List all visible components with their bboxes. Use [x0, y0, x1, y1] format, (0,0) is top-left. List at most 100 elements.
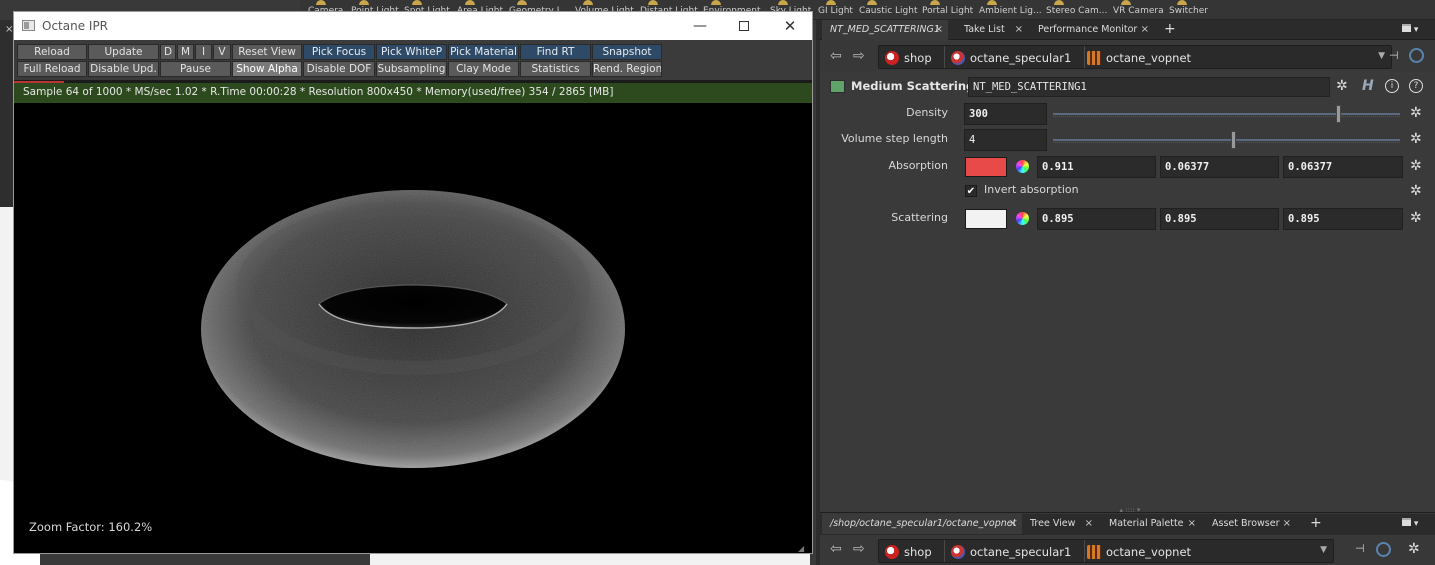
octane-ipr-window[interactable]: Octane IPR — ✕ Reload Update D M I V Res…: [13, 11, 813, 554]
breadcrumb-shop[interactable]: shop: [885, 543, 932, 561]
pane-layout-menu-icon[interactable]: ▾: [1402, 24, 1418, 35]
tab-close-icon[interactable]: ×: [1009, 514, 1017, 533]
clay-mode-button[interactable]: Clay Mode: [448, 61, 519, 77]
tab-performance-monitor[interactable]: Performance Monitor ×: [1030, 20, 1154, 40]
node-name-field[interactable]: NT_MED_SCATTERING1: [968, 77, 1330, 97]
pane-layout-menu-icon[interactable]: ▾: [1402, 518, 1418, 529]
absorption-color-swatch[interactable]: [965, 157, 1007, 177]
scattering-r-field[interactable]: 0.895: [1037, 208, 1156, 230]
display-i-button[interactable]: I: [195, 44, 212, 60]
caustic-light-icon: [867, 0, 877, 5]
resize-grip-icon[interactable]: ◢: [798, 544, 810, 553]
statistics-button[interactable]: Statistics: [520, 61, 591, 77]
houdini-help-icon[interactable]: H: [1362, 78, 1374, 94]
scattering-b-field[interactable]: 0.895: [1283, 208, 1403, 230]
minimize-button[interactable]: —: [689, 16, 711, 36]
distant-light-icon: [648, 0, 658, 5]
tab-close-icon[interactable]: ×: [1015, 20, 1023, 39]
shelf-tool-portal-light[interactable]: Portal Light: [922, 0, 973, 19]
shelf-tool-ambient-light[interactable]: Ambient Lig...: [979, 0, 1042, 19]
shelf-tool-gi-light[interactable]: GI Light: [818, 0, 853, 19]
question-icon[interactable]: ?: [1409, 79, 1423, 93]
shelf-tool-switcher[interactable]: Switcher: [1169, 0, 1208, 19]
gear-icon[interactable]: ✲: [1410, 106, 1424, 120]
link-icon[interactable]: [1409, 48, 1424, 63]
pick-material-button[interactable]: Pick Material: [448, 44, 519, 60]
breadcrumb-octane-specular[interactable]: octane_specular1: [951, 543, 1071, 561]
invert-absorption-checkbox[interactable]: ✔: [965, 185, 977, 197]
breadcrumb-dropdown-icon[interactable]: ▼: [1378, 51, 1385, 61]
absorption-g-field[interactable]: 0.06377: [1160, 156, 1279, 178]
back-arrow-icon[interactable]: ⇦: [830, 541, 842, 557]
color-wheel-icon[interactable]: [1016, 212, 1029, 225]
gear-icon[interactable]: ✲: [1410, 132, 1424, 146]
density-field[interactable]: 300: [964, 103, 1047, 125]
breadcrumb-octane-vopnet[interactable]: octane_vopnet: [1087, 543, 1191, 561]
density-slider[interactable]: [1053, 105, 1400, 123]
tab-asset-browser[interactable]: Asset Browser ×: [1204, 514, 1296, 534]
render-region-button[interactable]: Rend. Region: [592, 61, 662, 77]
tab-close-icon[interactable]: ×: [1141, 20, 1149, 39]
shelf-tool-stereo-camera[interactable]: Stereo Cam...: [1046, 0, 1107, 19]
scattering-g-field[interactable]: 0.895: [1160, 208, 1279, 230]
tab-material-palette[interactable]: Material Palette ×: [1101, 514, 1201, 534]
scattering-color-swatch[interactable]: [965, 209, 1007, 229]
subsampling-button[interactable]: Subsampling: [376, 61, 447, 77]
gear-icon[interactable]: ✲: [1410, 184, 1424, 198]
breadcrumb-dropdown-icon[interactable]: ▼: [1320, 545, 1327, 555]
shelf-tool-vr-camera[interactable]: VR Camera: [1113, 0, 1164, 19]
add-tab-icon[interactable]: +: [1310, 514, 1322, 532]
disable-update-button[interactable]: Disable Upd.: [88, 61, 159, 77]
shelf-tool-caustic-light[interactable]: Caustic Light: [859, 0, 918, 19]
full-reload-button[interactable]: Full Reload: [17, 61, 87, 77]
tab-take-list[interactable]: Take List ×: [956, 20, 1028, 40]
gear-icon[interactable]: ✲: [1336, 78, 1348, 94]
find-rt-button[interactable]: Find RT: [520, 44, 591, 60]
display-d-button[interactable]: D: [160, 44, 176, 60]
tab-close-icon[interactable]: ×: [1283, 514, 1291, 533]
tab-close-icon[interactable]: ×: [935, 20, 943, 39]
tab-tree-view[interactable]: Tree View ×: [1022, 514, 1098, 534]
vr-camera-icon: [1121, 0, 1131, 5]
reload-button[interactable]: Reload: [17, 44, 87, 60]
forward-arrow-icon[interactable]: ⇨: [853, 48, 865, 64]
pick-whitepoint-button[interactable]: Pick WhiteP: [376, 44, 447, 60]
gear-icon[interactable]: ✲: [1408, 541, 1420, 557]
tab-nt-med-scattering[interactable]: NT_MED_SCATTERING1 ×: [822, 20, 948, 40]
tab-close-icon[interactable]: ×: [1085, 514, 1093, 533]
absorption-b-field[interactable]: 0.06377: [1283, 156, 1403, 178]
info-icon[interactable]: i: [1385, 79, 1399, 93]
tab-close-icon[interactable]: ×: [1188, 514, 1196, 533]
window-titlebar[interactable]: Octane IPR — ✕: [14, 12, 812, 40]
breadcrumb-octane-specular[interactable]: octane_specular1: [951, 49, 1071, 67]
volume-step-length-slider[interactable]: [1053, 131, 1400, 149]
show-alpha-button[interactable]: Show Alpha: [232, 61, 302, 77]
pin-icon[interactable]: ⊣: [1355, 542, 1365, 555]
add-tab-icon[interactable]: +: [1164, 20, 1176, 38]
breadcrumb-shop[interactable]: shop: [885, 49, 932, 67]
absorption-r-field[interactable]: 0.911: [1037, 156, 1156, 178]
display-m-button[interactable]: M: [177, 44, 194, 60]
forward-arrow-icon[interactable]: ⇨: [853, 541, 865, 557]
gear-icon[interactable]: ✲: [1410, 211, 1424, 225]
breadcrumb-octane-vopnet[interactable]: octane_vopnet: [1087, 49, 1191, 67]
volume-step-slider-handle[interactable]: [1231, 131, 1237, 149]
render-viewport[interactable]: Zoom Factor: 160.2% ◢: [14, 103, 812, 553]
close-window-button[interactable]: ✕: [779, 16, 801, 36]
reset-view-button[interactable]: Reset View: [232, 44, 302, 60]
display-v-button[interactable]: V: [213, 44, 231, 60]
pick-focus-button[interactable]: Pick Focus: [303, 44, 375, 60]
maximize-button[interactable]: [733, 16, 755, 36]
volume-step-length-field[interactable]: 4: [964, 129, 1047, 151]
disable-dof-button[interactable]: Disable DOF: [303, 61, 375, 77]
color-wheel-icon[interactable]: [1016, 160, 1029, 173]
pause-button[interactable]: Pause: [160, 61, 231, 77]
tab-network-path[interactable]: /shop/octane_specular1/octane_vopnet ×: [822, 514, 1022, 534]
link-icon[interactable]: [1376, 542, 1391, 557]
back-arrow-icon[interactable]: ⇦: [830, 48, 842, 64]
pin-icon[interactable]: ⊣: [1389, 49, 1399, 62]
density-slider-handle[interactable]: [1335, 105, 1341, 123]
snapshot-button[interactable]: Snapshot: [592, 44, 662, 60]
update-button[interactable]: Update: [88, 44, 159, 60]
gear-icon[interactable]: ✲: [1410, 159, 1424, 173]
